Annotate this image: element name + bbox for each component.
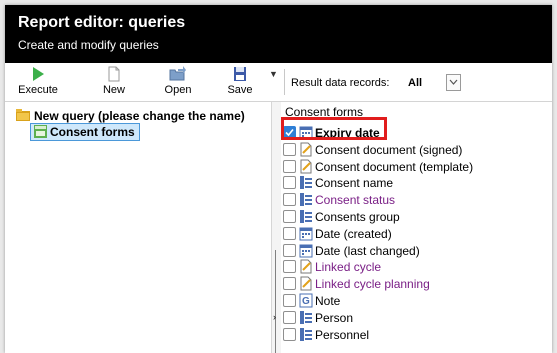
field-label: Linked cycle planning [315,277,430,292]
save-disk-icon [234,67,246,81]
toolbar: Execute New Open Save ▼ Result data reco… [5,63,552,102]
open-label: Open [164,84,192,96]
field-checkbox[interactable] [283,327,296,341]
tree-child-label: Consent forms [50,125,135,139]
field-label: Consent document (signed) [315,142,463,157]
field-label: Date (last changed) [315,243,420,258]
save-button[interactable]: Save [210,66,270,100]
field-label: Note [315,294,341,308]
query-folder-icon [16,109,30,121]
new-label: New [102,84,125,96]
tree-item-consent-forms[interactable]: Consent forms [30,123,140,141]
records-dropdown-button[interactable] [446,74,461,91]
splitter-handle[interactable] [275,250,276,353]
execute-label: Execute [18,84,58,96]
field-label: Consent name [315,176,394,191]
toolbar-more-dropdown[interactable]: ▼ [269,69,278,79]
field-checkbox[interactable] [283,226,296,240]
title-bar: Report editor: queries Create and modify… [5,5,552,63]
field-checkbox[interactable] [283,210,296,223]
collapse-arrow-icon[interactable]: › [273,312,276,322]
field-checkbox[interactable] [283,243,296,257]
field-label: Personnel [315,327,370,342]
field-label: Consent status [315,193,396,208]
chevron-down-icon [449,79,458,85]
field-label: Consent document (template) [315,159,474,174]
query-tree-pane: New query (please change the name) Conse… [5,102,271,353]
field-label: Date (created) [315,226,392,241]
field-label: Person [315,310,354,325]
highlight-annotation [281,117,387,140]
text-field-icon [299,327,313,347]
window-title: Report editor: queries [18,14,186,31]
fields-pane: Consent forms Expiry date Consent documen… [281,102,552,353]
field-label: Consents group [315,210,400,224]
field-checkbox[interactable] [283,294,296,307]
new-document-icon [108,66,120,82]
records-label: Result data records: [291,77,390,89]
svg-text:G: G [302,296,310,307]
play-icon [33,67,44,81]
toolbar-separator [284,69,285,95]
open-folder-icon [169,66,186,81]
field-checkbox[interactable] [283,193,296,207]
new-button[interactable]: New [84,66,144,100]
save-label: Save [227,84,253,96]
window-subtitle: Create and modify queries [18,38,159,52]
field-checkbox[interactable] [283,176,296,190]
field-checkbox[interactable] [283,159,296,173]
field-checkbox[interactable] [283,277,296,291]
field-checkbox[interactable] [283,310,296,324]
field-label: Linked cycle [315,260,382,275]
field-checkbox[interactable] [283,260,296,274]
records-value[interactable]: All [408,77,422,89]
report-editor-window: Report editor: queries Create and modify… [5,5,552,353]
open-button[interactable]: Open [148,66,208,100]
field-checkbox[interactable] [283,142,296,156]
tree-root-label: New query (please change the name) [34,109,245,123]
execute-button[interactable]: Execute [8,66,68,100]
